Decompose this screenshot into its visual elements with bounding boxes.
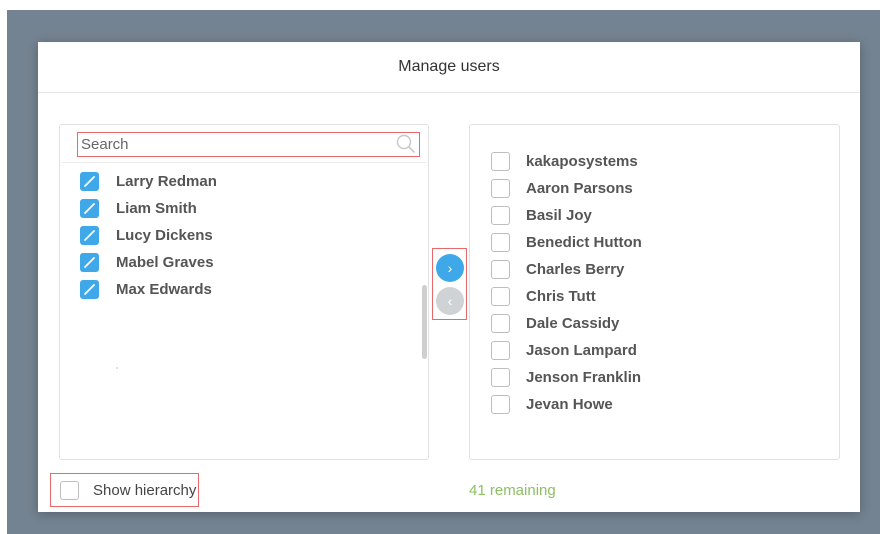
available-user-item[interactable]: Aaron Parsons	[491, 175, 642, 202]
selected-user-item[interactable]: Lucy Dickens	[80, 222, 217, 249]
available-user-name: Jevan Howe	[526, 396, 613, 413]
available-user-name: Benedict Hutton	[526, 234, 642, 251]
manage-users-dialog: Manage users Larry Redman Liam Smith Lucy …	[38, 42, 860, 512]
search-input[interactable]	[80, 134, 391, 155]
available-user-name: Jason Lampard	[526, 342, 637, 359]
checkbox-unchecked[interactable]	[491, 260, 510, 279]
show-hierarchy-label: Show hierarchy	[93, 481, 197, 499]
show-hierarchy-checkbox[interactable]	[60, 480, 79, 500]
move-left-button[interactable]: ‹	[436, 287, 464, 315]
check-icon	[84, 230, 95, 241]
search-divider	[61, 162, 427, 163]
search-icon[interactable]	[396, 134, 416, 154]
selected-user-item[interactable]: Larry Redman	[80, 168, 217, 195]
checkbox-unchecked[interactable]	[491, 395, 510, 414]
check-icon	[84, 257, 95, 268]
available-user-name: Dale Cassidy	[526, 315, 620, 332]
selected-user-name: Mabel Graves	[116, 254, 214, 271]
checkbox-unchecked[interactable]	[491, 314, 510, 333]
selected-user-name: Larry Redman	[116, 173, 217, 190]
dialog-header: Manage users	[38, 42, 860, 93]
available-users-list: kakaposystems Aaron Parsons Basil Joy Bened…	[491, 148, 642, 418]
available-user-item[interactable]: Jevan Howe	[491, 391, 642, 418]
checkbox-unchecked[interactable]	[491, 206, 510, 225]
dialog-title: Manage users	[398, 58, 500, 75]
available-user-name: Basil Joy	[526, 207, 592, 224]
checkbox-unchecked[interactable]	[491, 341, 510, 360]
checkbox-checked[interactable]	[80, 226, 99, 245]
checkbox-unchecked[interactable]	[491, 368, 510, 387]
checkbox-checked[interactable]	[80, 199, 99, 218]
available-users-panel: kakaposystems Aaron Parsons Basil Joy Bened…	[469, 124, 840, 460]
scrollbar-thumb[interactable]	[422, 285, 427, 359]
selected-user-name: Lucy Dickens	[116, 227, 213, 244]
checkbox-checked[interactable]	[80, 280, 99, 299]
selected-users-list: Larry Redman Liam Smith Lucy Dickens Mabel …	[80, 168, 217, 303]
available-user-name: kakaposystems	[526, 153, 638, 170]
available-user-item[interactable]: Chris Tutt	[491, 283, 642, 310]
available-user-item[interactable]: Jenson Franklin	[491, 364, 642, 391]
available-user-name: Charles Berry	[526, 261, 625, 278]
check-icon	[84, 284, 95, 295]
selected-user-item[interactable]: Max Edwards	[80, 276, 217, 303]
list-placeholder-dot	[116, 367, 118, 369]
selected-user-item[interactable]: Liam Smith	[80, 195, 217, 222]
selected-user-name: Liam Smith	[116, 200, 197, 217]
check-icon	[84, 176, 95, 187]
available-user-item[interactable]: Benedict Hutton	[491, 229, 642, 256]
selected-user-name: Max Edwards	[116, 281, 212, 298]
selected-user-item[interactable]: Mabel Graves	[80, 249, 217, 276]
available-user-item[interactable]: Charles Berry	[491, 256, 642, 283]
available-user-item[interactable]: Dale Cassidy	[491, 310, 642, 337]
available-user-item[interactable]: Jason Lampard	[491, 337, 642, 364]
transfer-buttons: › ‹	[432, 248, 467, 320]
checkbox-unchecked[interactable]	[491, 179, 510, 198]
check-icon	[84, 203, 95, 214]
checkbox-checked[interactable]	[80, 172, 99, 191]
selected-users-panel: Larry Redman Liam Smith Lucy Dickens Mabel …	[59, 124, 429, 460]
checkbox-unchecked[interactable]	[491, 233, 510, 252]
show-hierarchy-toggle[interactable]: Show hierarchy	[50, 473, 199, 507]
chevron-left-icon: ‹	[447, 293, 453, 309]
checkbox-unchecked[interactable]	[491, 287, 510, 306]
available-user-item[interactable]: Basil Joy	[491, 202, 642, 229]
available-user-name: Aaron Parsons	[526, 180, 633, 197]
remaining-count: 41 remaining	[469, 482, 556, 499]
available-user-item[interactable]: kakaposystems	[491, 148, 642, 175]
chevron-right-icon: ›	[447, 260, 453, 276]
search-box	[77, 132, 420, 157]
checkbox-checked[interactable]	[80, 253, 99, 272]
checkbox-unchecked[interactable]	[491, 152, 510, 171]
available-user-name: Chris Tutt	[526, 288, 596, 305]
available-user-name: Jenson Franklin	[526, 369, 642, 386]
move-right-button[interactable]: ›	[436, 254, 464, 282]
